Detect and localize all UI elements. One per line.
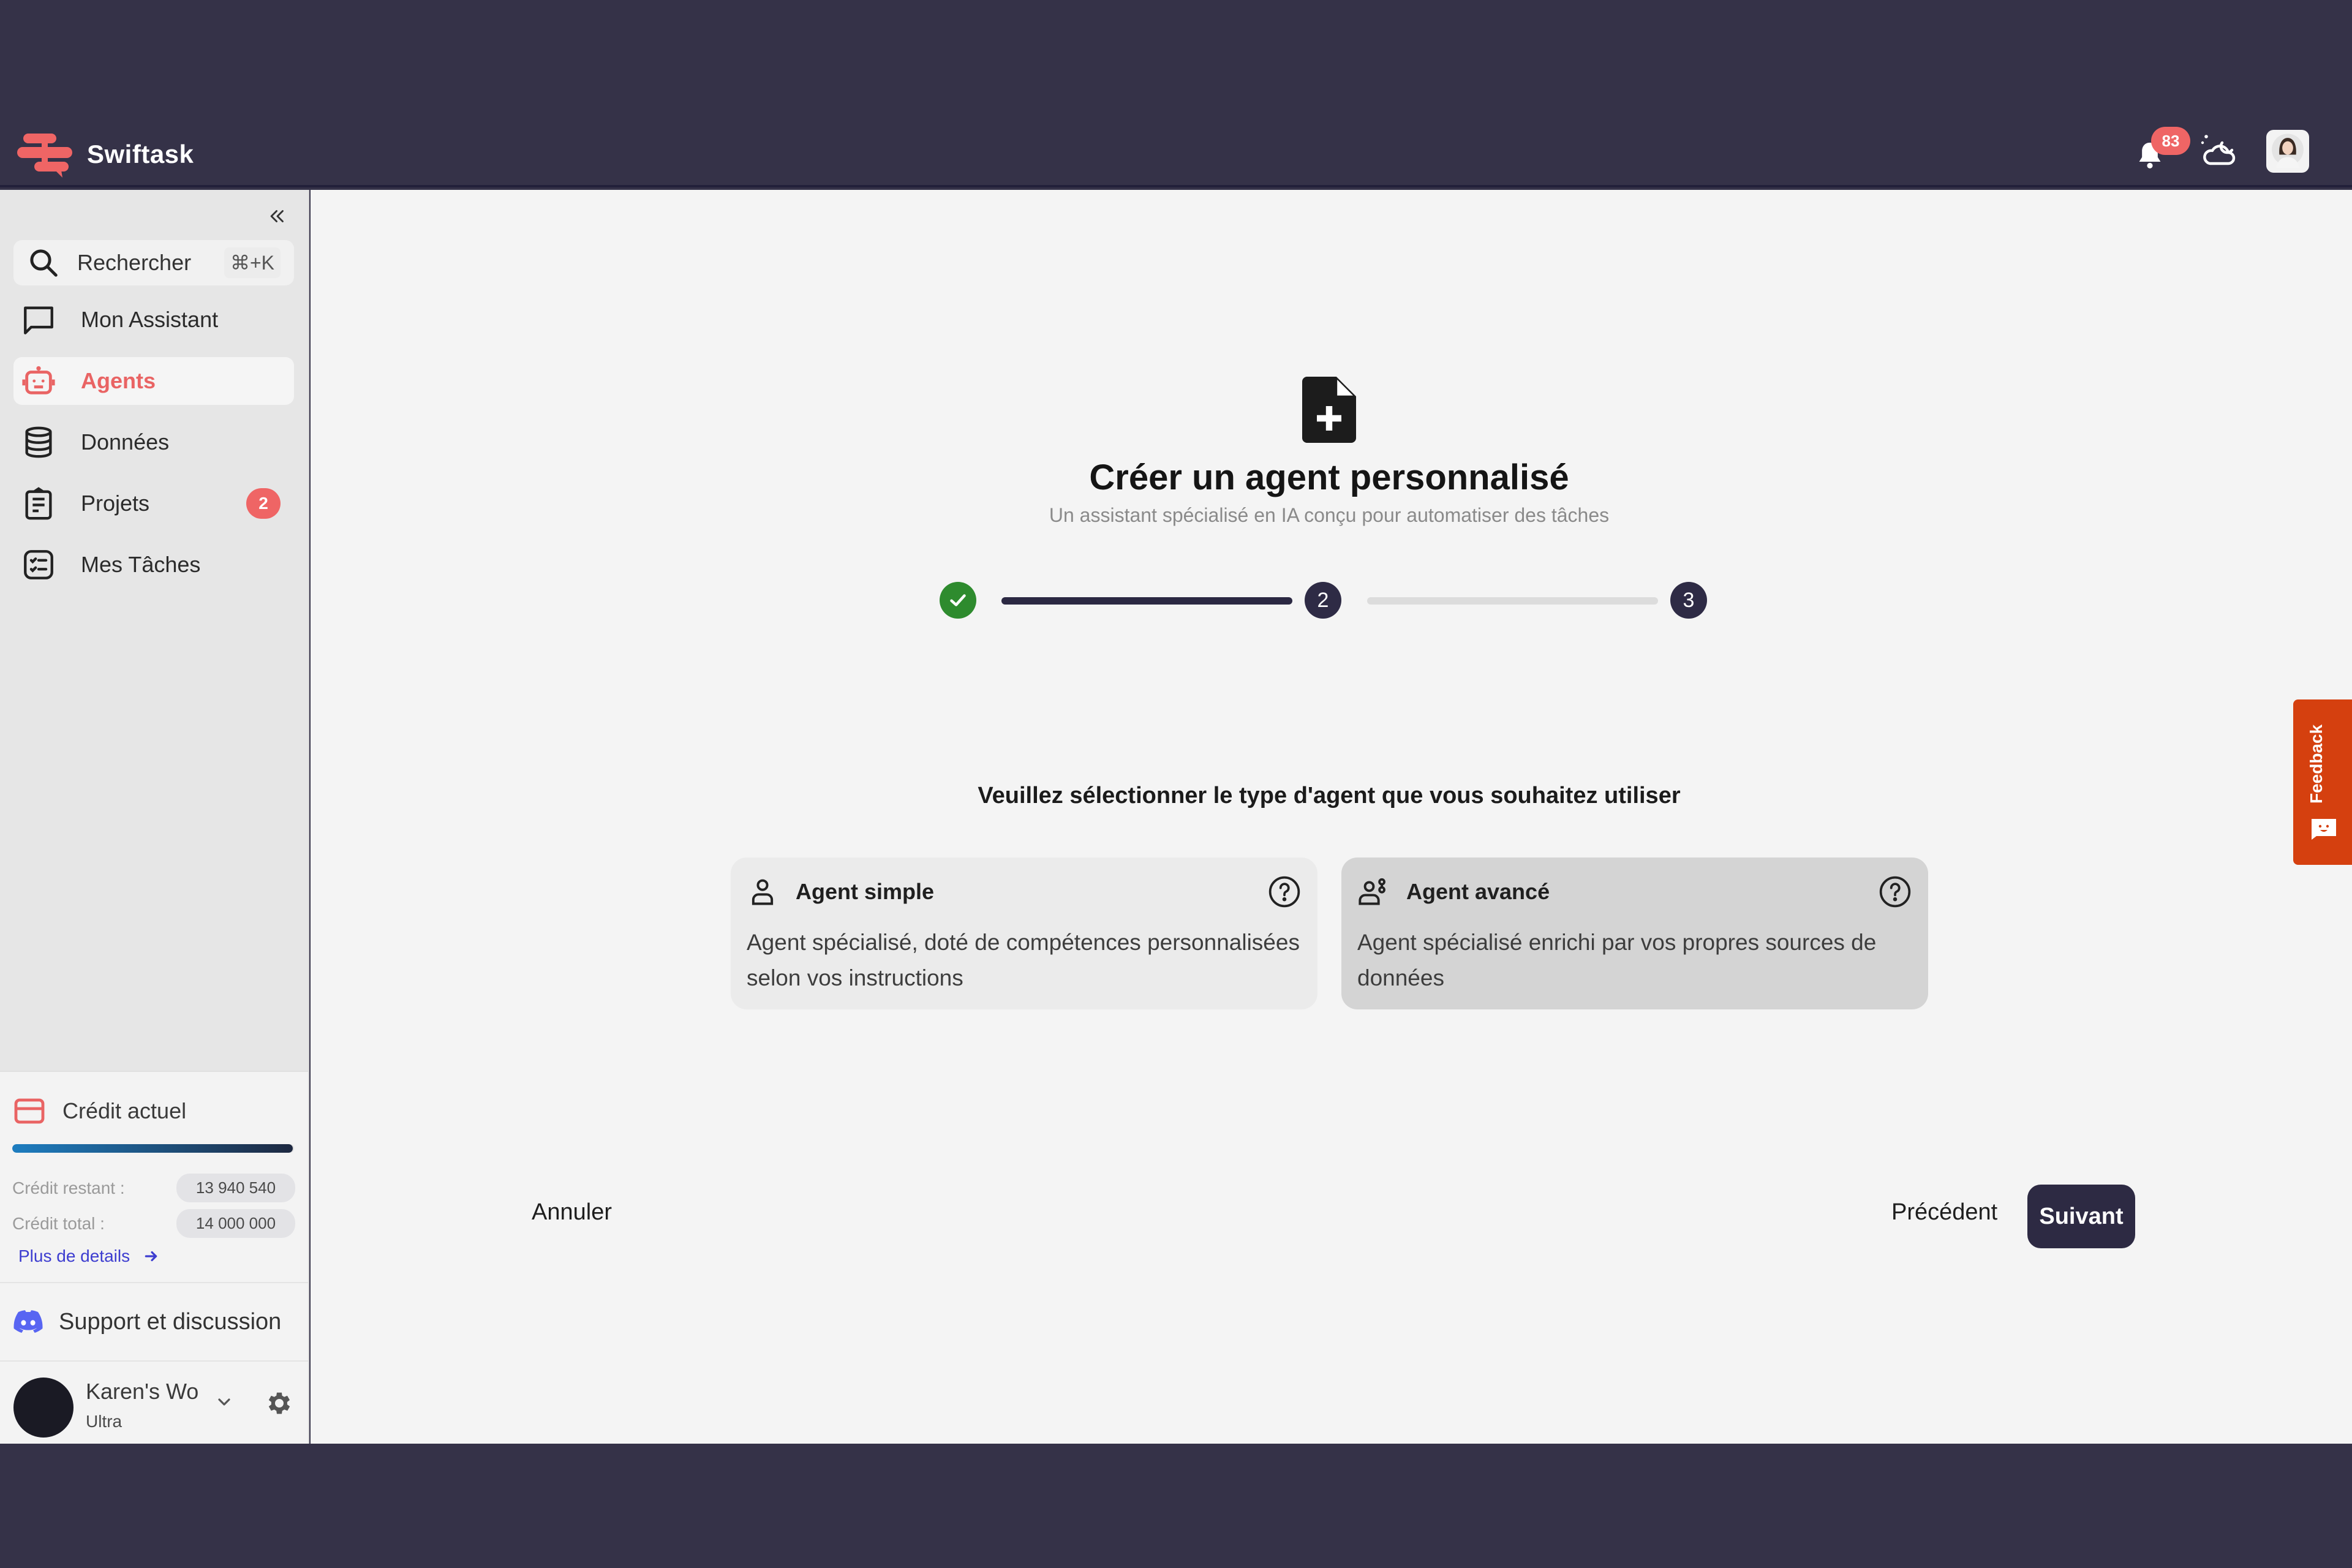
brand-name: Swiftask	[87, 140, 194, 168]
sidebar: Rechercher ⌘+K Mon Assistant Agents Donn…	[0, 190, 309, 1444]
file-plus-icon	[1302, 377, 1356, 443]
cloud-moon-icon	[2201, 134, 2236, 165]
sidebar-item-mes-taches[interactable]: Mes Tâches	[13, 541, 294, 589]
search-label: Rechercher	[77, 250, 192, 275]
sidebar-item-label: Projets	[81, 491, 150, 516]
sidebar-item-projets[interactable]: Projets 2	[13, 480, 294, 527]
projects-count-badge: 2	[246, 488, 281, 519]
credit-remaining-label: Crédit restant :	[12, 1178, 125, 1197]
sidebar-item-label: Agents	[81, 368, 156, 393]
user-menu[interactable]: Karen's Wo Ultra	[0, 1360, 308, 1444]
gear-icon[interactable]	[265, 1389, 294, 1418]
user-settings-icon	[1359, 878, 1385, 905]
tasks-icon	[24, 550, 53, 579]
support-discussion-link[interactable]: Support et discussion	[0, 1282, 308, 1360]
credit-total-label: Crédit total :	[12, 1213, 105, 1233]
sidebar-item-label: Mon Assistant	[81, 307, 219, 332]
step-3-label: 3	[1683, 588, 1695, 612]
sidebar-item-label: Mes Tâches	[81, 552, 201, 577]
card-title: Agent avancé	[1406, 879, 1550, 904]
step-2-current: 2	[1305, 582, 1341, 619]
credit-panel: Crédit actuel Crédit restant : 13 940 54…	[0, 1071, 308, 1282]
card-description: Agent spécialisé enrichi par vos propres…	[1357, 930, 1877, 990]
credit-remaining-value: 13 940 540	[176, 1174, 295, 1202]
help-icon[interactable]	[1878, 875, 1912, 909]
step-connector-pending	[1367, 597, 1658, 605]
credit-details-link[interactable]: Plus de details	[18, 1246, 159, 1266]
clipboard-icon	[25, 487, 52, 520]
step-1-done	[940, 582, 976, 619]
page-subtitle: Un assistant spécialisé en IA conçu pour…	[662, 504, 1997, 527]
brand-logo[interactable]: Swiftask	[17, 130, 194, 179]
top-bar	[0, 0, 2352, 187]
credit-progress-bar	[12, 1144, 294, 1153]
next-button[interactable]: Suivant	[2027, 1185, 2135, 1248]
sidebar-item-label: Données	[81, 429, 170, 454]
discord-icon	[13, 1310, 43, 1333]
robot-icon	[22, 366, 55, 394]
credit-title: Crédit actuel	[13, 1098, 186, 1125]
swiftask-logo-icon	[17, 134, 72, 178]
sidebar-item-donnees[interactable]: Données	[13, 418, 294, 466]
agent-type-card-advanced[interactable]: Agent avancé Agent spécialisé enrichi pa…	[1341, 858, 1928, 1009]
database-icon	[25, 426, 52, 458]
credit-title-text: Crédit actuel	[62, 1098, 187, 1123]
smiley-chat-icon	[2312, 819, 2336, 840]
credit-card-icon	[14, 1098, 45, 1124]
user-photo-icon	[2272, 134, 2304, 168]
feedback-label: Feedback	[2307, 724, 2326, 804]
card-title: Agent simple	[796, 879, 935, 904]
previous-button[interactable]: Précédent	[1891, 1199, 1997, 1226]
step-2-label: 2	[1317, 588, 1329, 612]
credit-details-text: Plus de details	[18, 1246, 130, 1265]
header-actions: 83	[2136, 127, 2309, 173]
page-title: Créer un agent personnalisé	[662, 457, 1997, 498]
chevrons-left-icon	[270, 210, 284, 222]
agent-type-question-text: Veuillez sélectionner le type d'agent qu…	[978, 783, 1681, 809]
step-3: 3	[1670, 582, 1707, 619]
support-label: Support et discussion	[59, 1308, 282, 1335]
feedback-tab[interactable]: Feedback	[2293, 699, 2352, 865]
help-icon[interactable]	[1267, 875, 1302, 909]
header-user-avatar[interactable]	[2266, 130, 2309, 173]
step-connector-complete	[1001, 597, 1292, 605]
notification-count-badge: 83	[2151, 127, 2190, 155]
cancel-button[interactable]: Annuler	[532, 1199, 612, 1226]
page-title-text: Créer un agent personnalisé	[1089, 458, 1569, 497]
credit-remaining-row: Crédit restant : 13 940 540	[12, 1174, 295, 1202]
user-name: Karen's Wo	[86, 1379, 199, 1404]
agent-type-question: Veuillez sélectionner le type d'agent qu…	[662, 783, 1997, 809]
arrow-right-icon	[145, 1251, 157, 1262]
check-icon	[950, 594, 966, 606]
sidebar-search[interactable]: Rechercher ⌘+K	[13, 240, 294, 285]
agent-type-card-simple[interactable]: Agent simple Agent spécialisé, doté de c…	[731, 858, 1317, 1009]
sidebar-item-mon-assistant[interactable]: Mon Assistant	[13, 296, 294, 344]
user-plan: Ultra	[86, 1412, 123, 1431]
chat-icon	[24, 306, 53, 334]
search-icon	[30, 249, 58, 277]
credit-progress-fill	[12, 1144, 293, 1153]
credit-total-row: Crédit total : 14 000 000	[12, 1209, 295, 1238]
credit-total-value: 14 000 000	[176, 1209, 295, 1238]
chevron-down-icon[interactable]	[214, 1392, 234, 1412]
collapse-sidebar-button[interactable]	[263, 202, 292, 230]
notifications-button[interactable]: 83	[2136, 127, 2190, 171]
user-avatar	[13, 1378, 74, 1438]
sidebar-item-agents[interactable]: Agents	[13, 357, 294, 405]
search-shortcut: ⌘+K	[224, 247, 281, 278]
theme-toggle-button[interactable]	[2199, 130, 2238, 173]
user-icon	[752, 879, 774, 905]
card-description: Agent spécialisé, doté de compétences pe…	[747, 930, 1300, 990]
page-subtitle-text: Un assistant spécialisé en IA conçu pour…	[1049, 504, 1610, 526]
